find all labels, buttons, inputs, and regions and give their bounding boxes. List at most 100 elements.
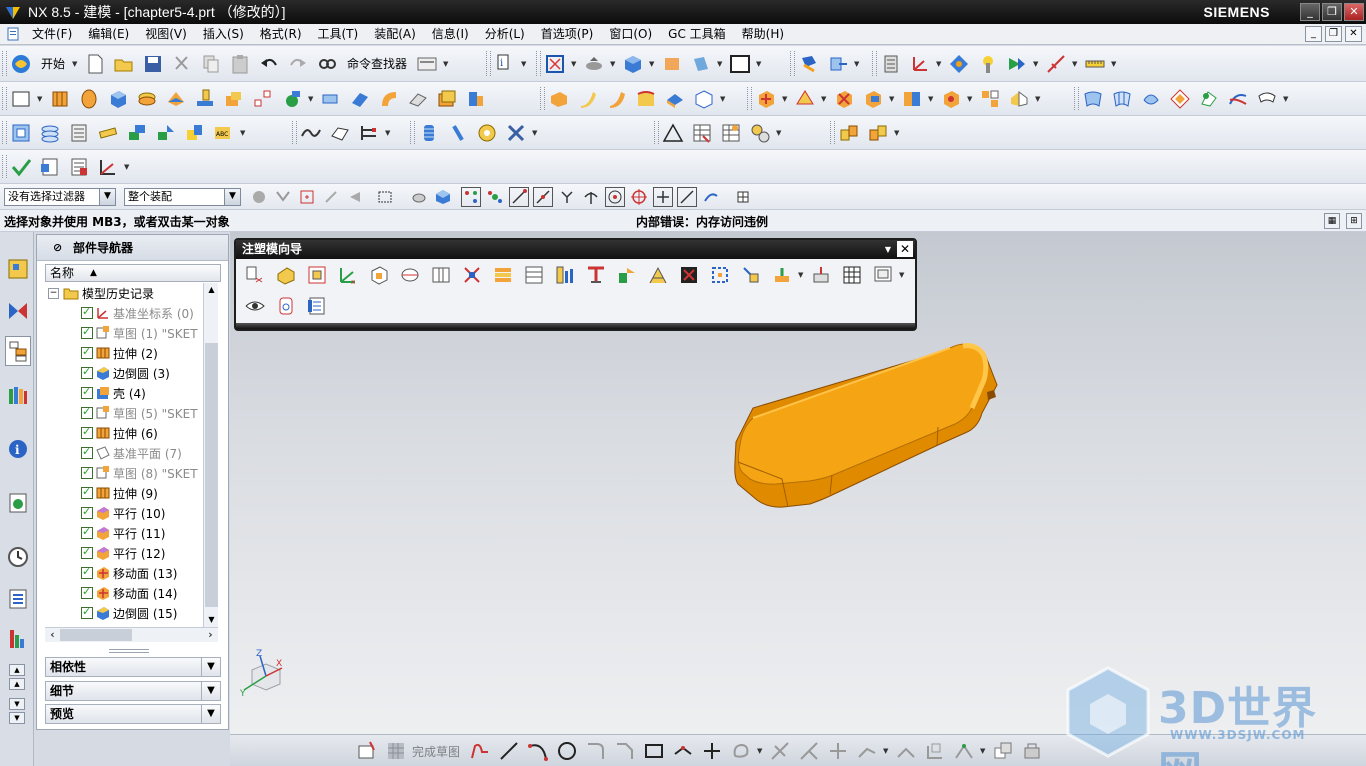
polygon-point-icon[interactable] [670, 738, 696, 764]
reattach-icon[interactable] [990, 738, 1016, 764]
spreadsheet-icon[interactable] [718, 120, 744, 146]
tree-row[interactable]: 草图 (5) "SKET [45, 403, 203, 423]
select-body-icon[interactable] [409, 187, 429, 207]
select-settings-icon[interactable] [249, 187, 269, 207]
auto-constrain-icon[interactable] [951, 738, 977, 764]
wireframe-cube-icon[interactable] [691, 86, 717, 112]
check-icon[interactable] [8, 154, 34, 180]
direction-icon[interactable] [1004, 51, 1030, 77]
mold-csys-icon[interactable] [302, 262, 332, 288]
scroll-down-icon[interactable]: ▼ [204, 613, 219, 627]
line-icon[interactable] [496, 738, 522, 764]
initialize-project-icon[interactable] [240, 262, 270, 288]
scroll-up-icon[interactable]: ▲ [204, 283, 219, 297]
snap-icon[interactable] [946, 51, 972, 77]
details-panel[interactable]: 细节 ▼ [45, 681, 221, 701]
view-manager-icon[interactable] [240, 293, 270, 319]
layer-settings-icon[interactable] [66, 120, 92, 146]
constraint-navigator-tab[interactable] [5, 296, 31, 326]
tree-row[interactable]: 拉伸 (6) [45, 423, 203, 443]
undo-icon[interactable] [256, 51, 282, 77]
offset-face-icon[interactable] [463, 86, 489, 112]
copy-icon[interactable] [198, 51, 224, 77]
visibility-checkbox[interactable] [81, 385, 93, 399]
visibility-checkbox[interactable] [81, 425, 93, 439]
cylinder-icon[interactable] [134, 86, 160, 112]
information-icon[interactable]: i [492, 51, 518, 77]
scroll-thumb[interactable] [205, 343, 218, 607]
shaded-cube-icon[interactable] [620, 51, 646, 77]
tree-row[interactable]: 拉伸 (9) [45, 483, 203, 503]
start-button[interactable]: 开始 [41, 55, 65, 72]
snap-endpoints-icon[interactable] [461, 186, 481, 207]
full-screen-icon[interactable]: ▦ [1324, 213, 1340, 229]
panel-splitter[interactable] [109, 649, 149, 653]
slider-lifter-icon[interactable] [581, 262, 611, 288]
resize-face-icon[interactable] [899, 86, 925, 112]
unite-icon[interactable] [221, 86, 247, 112]
extend-sheet-icon[interactable] [1225, 86, 1251, 112]
move-object-icon[interactable] [825, 51, 851, 77]
start-icon[interactable] [8, 51, 34, 77]
chevron-down-icon[interactable]: ▼ [201, 681, 221, 701]
cut-icon[interactable] [169, 51, 195, 77]
sew-icon[interactable] [1254, 86, 1280, 112]
sheet-curve-icon[interactable] [327, 120, 353, 146]
fit-view-icon[interactable] [542, 51, 568, 77]
menu-insert[interactable]: 插入(S) [195, 24, 252, 45]
preview-panel[interactable]: 预览 ▼ [45, 704, 221, 724]
visibility-checkbox[interactable] [81, 545, 93, 559]
collapse-icon[interactable]: − [48, 287, 59, 299]
sphere-icon[interactable] [163, 86, 189, 112]
datum-point-icon[interactable] [279, 86, 305, 112]
dimension-icon[interactable] [1043, 51, 1069, 77]
rapid-dimension-icon[interactable] [922, 738, 948, 764]
cavity-layout-icon[interactable] [395, 262, 425, 288]
move-face-tool-icon[interactable] [753, 86, 779, 112]
list-icon[interactable] [66, 154, 92, 180]
menu-analysis[interactable]: 分析(L) [477, 24, 533, 45]
system-materials-tab[interactable] [5, 584, 31, 614]
visibility-checkbox[interactable] [81, 585, 93, 599]
sub-insert-icon[interactable] [612, 262, 642, 288]
rotate-view-icon[interactable] [581, 51, 607, 77]
block-icon[interactable] [105, 86, 131, 112]
properties-icon[interactable] [37, 154, 63, 180]
parting-tools-icon[interactable] [457, 262, 487, 288]
layer-orange-icon[interactable] [659, 51, 685, 77]
new-file-icon[interactable] [82, 51, 108, 77]
redo-icon[interactable] [285, 51, 311, 77]
snap-intersection-icon[interactable] [581, 187, 601, 207]
tree-row[interactable]: 边倒圆 (3) [45, 363, 203, 383]
tree-horizontal-scrollbar[interactable]: ‹ › [45, 627, 218, 642]
process-studio-tab[interactable] [5, 624, 31, 654]
snap-point-icon[interactable] [485, 187, 505, 207]
n-sided-icon[interactable] [1167, 86, 1193, 112]
menu-preferences[interactable]: 首选项(P) [533, 24, 602, 45]
resource-scroll-top-icon[interactable]: ▲ [9, 664, 25, 676]
resource-scroll-up-icon[interactable]: ▲ [9, 678, 25, 690]
menu-gc-toolkit[interactable]: GC 工具箱 [660, 24, 734, 45]
revolve-icon[interactable] [76, 86, 102, 112]
reuse-library-tab[interactable] [5, 380, 31, 410]
tree-row[interactable]: 基准平面 (7) [45, 443, 203, 463]
chevron-down-icon[interactable]: ▼ [201, 704, 221, 724]
prev-selection-icon[interactable] [345, 187, 365, 207]
snap-on-curve-icon[interactable] [677, 186, 697, 207]
scroll-thumb-horizontal[interactable] [60, 629, 132, 641]
visibility-checkbox[interactable] [81, 405, 93, 419]
mold-tools-icon[interactable] [426, 262, 456, 288]
pin-icon[interactable]: ⊘ [53, 241, 69, 254]
toolbar-menu-icon[interactable]: ▼ [885, 240, 891, 259]
pocket-icon[interactable] [806, 262, 836, 288]
sketch-new-icon[interactable] [8, 86, 34, 112]
hd3d-tools-tab[interactable]: i [5, 434, 31, 464]
csys-icon[interactable] [907, 51, 933, 77]
tree-row[interactable]: 草图 (8) "SKET [45, 463, 203, 483]
runner-icon[interactable] [674, 262, 704, 288]
blend-icon[interactable] [376, 86, 402, 112]
snap-center-icon[interactable] [605, 186, 625, 207]
point-icon[interactable] [250, 86, 276, 112]
tree-row[interactable]: 移动面 (13) [45, 563, 203, 583]
tree-row[interactable]: 平行 (12) [45, 543, 203, 563]
